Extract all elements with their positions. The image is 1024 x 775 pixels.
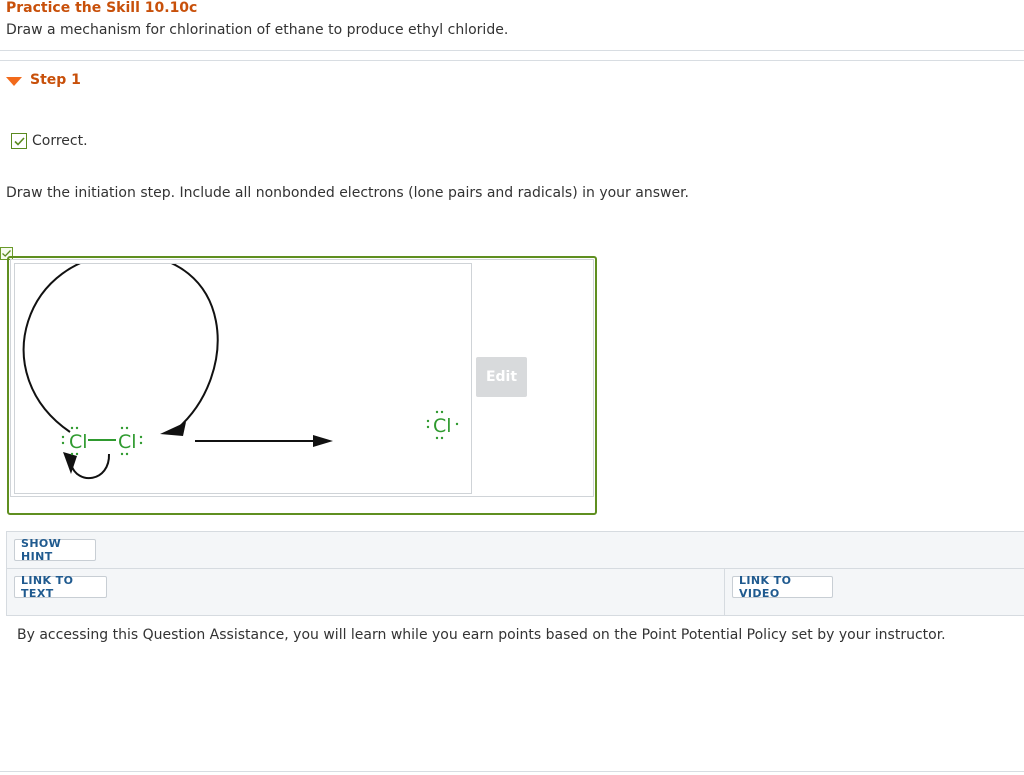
divider [724, 569, 725, 615]
step-instruction: Draw the initiation step. Include all no… [6, 185, 689, 201]
question-prompt: Draw a mechanism for chlorination of eth… [6, 22, 509, 38]
atom-cl-right: Cl [118, 431, 137, 453]
atom-cl-left: Cl [69, 431, 88, 453]
arrowhead-large [160, 422, 186, 436]
show-hint-button[interactable]: SHOW HINT [14, 537, 96, 563]
curved-arrow-small [70, 453, 111, 480]
reaction-arrowhead [313, 435, 333, 447]
policy-note: By accessing this Question Assistance, y… [17, 627, 946, 643]
divider [0, 771, 1024, 772]
question-assistance-panel [6, 531, 1024, 616]
link-to-text-button[interactable]: LINK TO TEXT [14, 574, 107, 600]
caret-down-icon [6, 76, 22, 86]
correct-status: Correct. [11, 133, 88, 149]
step-label: Step 1 [30, 72, 81, 88]
step-1-toggle[interactable]: Step 1 [6, 72, 81, 88]
divider [0, 50, 1024, 51]
checkmark-icon [11, 133, 27, 149]
status-text: Correct. [32, 133, 88, 149]
divider [0, 60, 1024, 61]
product-atom-cl: Cl [433, 415, 452, 437]
edit-button[interactable]: Edit [476, 357, 527, 397]
link-to-video-button[interactable]: LINK TO VIDEO [732, 574, 833, 600]
drawing-canvas[interactable]: Cl Cl Cl [14, 263, 472, 494]
curved-arrow-large [22, 264, 219, 433]
page-title: Practice the Skill 10.10c [6, 0, 198, 16]
divider [6, 568, 1024, 569]
